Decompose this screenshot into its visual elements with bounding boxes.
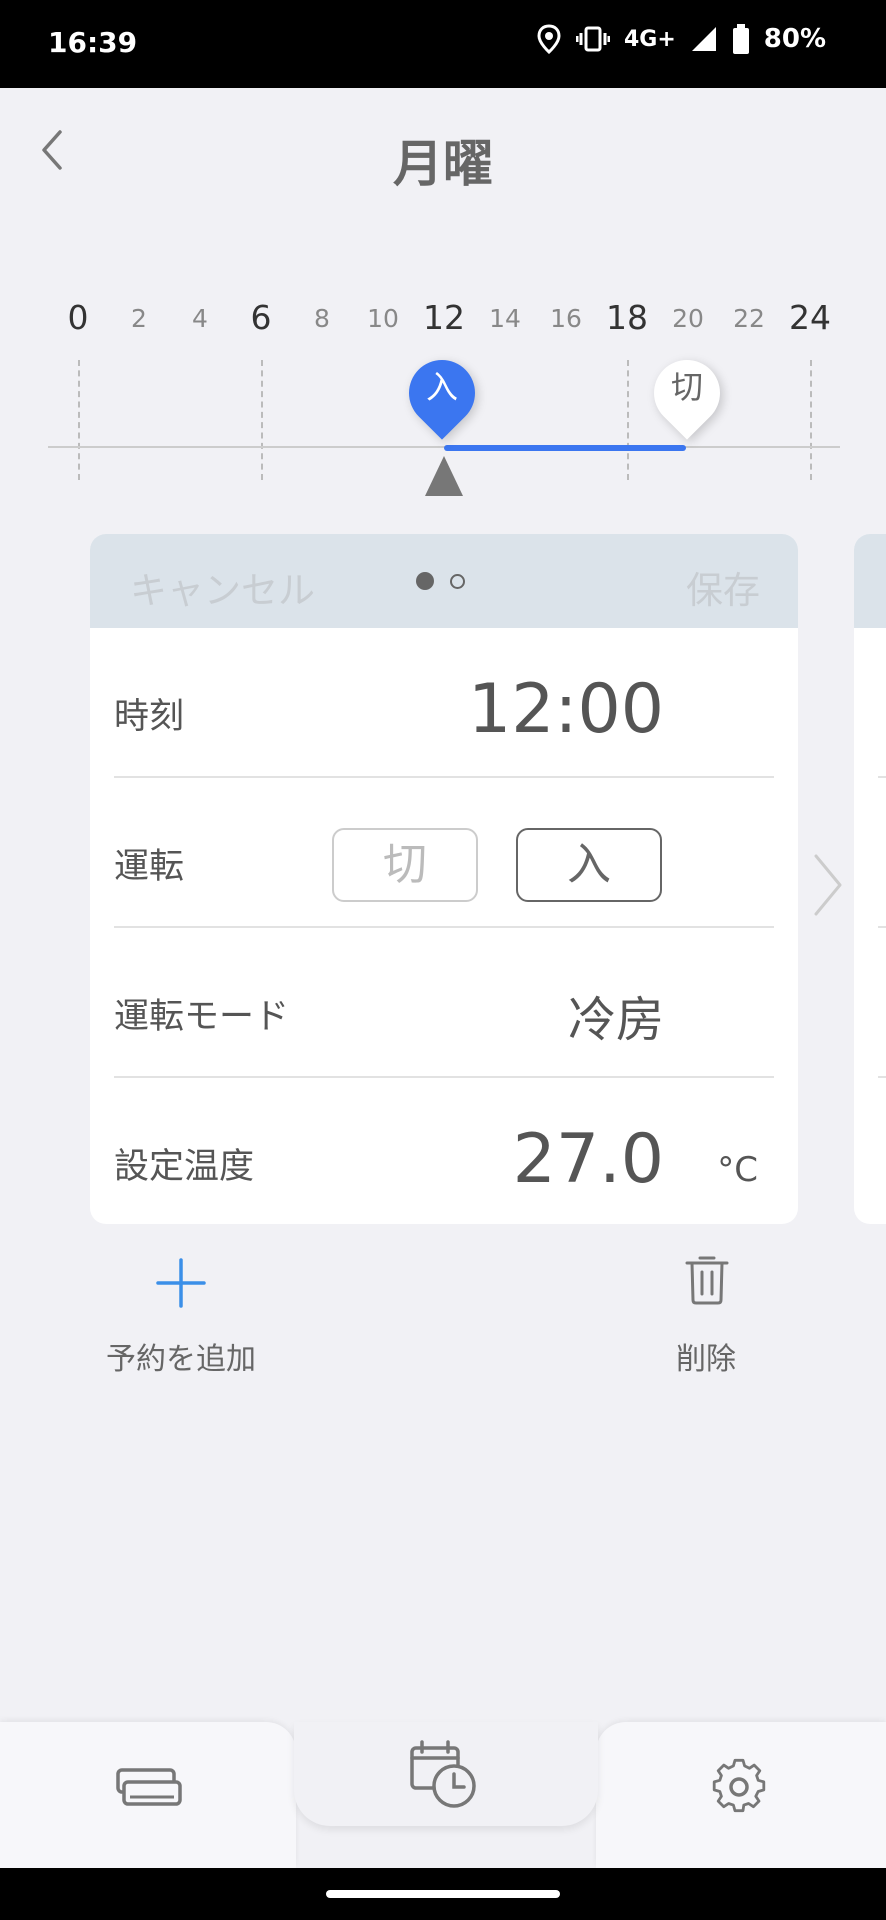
timeline-gridline <box>261 360 263 480</box>
page-title: 月曜 <box>393 135 493 193</box>
tick-label: 10 <box>367 304 399 333</box>
tick-label: 20 <box>672 304 704 333</box>
tick-label: 24 <box>789 298 831 337</box>
mode-value[interactable]: 冷房 <box>568 980 664 1050</box>
nav-air-conditioner[interactable] <box>102 1742 192 1832</box>
active-range-bar <box>444 445 686 451</box>
add-schedule-button[interactable]: 予約を追加 <box>96 1248 266 1378</box>
battery-level: 80% <box>763 24 826 54</box>
next-card-button[interactable] <box>808 850 848 920</box>
delete-label: 削除 <box>676 1342 736 1377</box>
chevron-right-icon <box>814 854 842 916</box>
home-indicator[interactable] <box>326 1890 560 1898</box>
divider <box>878 1076 886 1078</box>
tick-label: 0 <box>67 298 89 337</box>
schedule-card: キャンセル 保存 時刻 12:00 運転 切 入 運転モード 冷房 設定温度 2… <box>90 534 798 1224</box>
on-pin-label: 入 <box>425 368 458 406</box>
system-navigation-bar <box>0 1868 886 1920</box>
divider <box>114 776 774 778</box>
status-time: 16:39 <box>48 26 138 59</box>
vibrate-icon <box>575 26 610 52</box>
time-row[interactable]: 時刻 12:00 <box>114 634 774 784</box>
save-button[interactable]: 保存 <box>686 560 760 614</box>
temperature-value[interactable]: 27.0 <box>513 1120 664 1199</box>
location-icon <box>537 24 561 54</box>
status-icons: 4G+ 80% <box>536 24 826 54</box>
time-value[interactable]: 12:00 <box>468 670 664 749</box>
temperature-unit: °C <box>717 1150 758 1190</box>
tick-label: 22 <box>733 304 765 333</box>
timeline-gridline <box>627 360 629 480</box>
status-bar: 16:39 4G+ 80% <box>0 0 886 88</box>
mode-label: 運転モード <box>114 997 290 1037</box>
network-type: 4G+ <box>623 26 676 52</box>
divider <box>114 1076 774 1078</box>
tick-label: 8 <box>314 304 330 333</box>
tick-label: 16 <box>550 304 582 333</box>
page-dot-active <box>416 572 434 590</box>
add-schedule-label: 予約を追加 <box>106 1342 256 1377</box>
card-header: キャンセル 保存 <box>90 534 798 628</box>
next-card-header <box>854 534 886 628</box>
divider <box>878 926 886 928</box>
page-dot-inactive <box>450 574 465 589</box>
nav-schedule[interactable] <box>398 1730 488 1820</box>
time-label: 時刻 <box>114 697 185 737</box>
air-conditioner-icon <box>116 1768 182 1806</box>
divider <box>878 776 886 778</box>
plus-icon <box>156 1258 206 1308</box>
battery-icon <box>732 24 749 54</box>
delete-button[interactable]: 削除 <box>646 1248 766 1378</box>
page-indicator <box>416 572 465 590</box>
timeline-gridline <box>810 360 812 480</box>
power-label: 運転 <box>114 847 185 887</box>
timeline-gridline <box>78 360 80 480</box>
nav-settings[interactable] <box>694 1742 784 1832</box>
mode-row[interactable]: 運転モード 冷房 <box>114 934 774 1084</box>
tick-label: 14 <box>489 304 521 333</box>
tick-label: 4 <box>192 304 208 333</box>
tick-label: 6 <box>250 298 272 337</box>
power-off-button[interactable]: 切 <box>332 828 478 902</box>
divider <box>114 926 774 928</box>
tick-label: 2 <box>131 304 147 333</box>
power-on-button[interactable]: 入 <box>516 828 662 902</box>
schedule-clock-icon <box>410 1740 476 1808</box>
temperature-row[interactable]: 設定温度 27.0 °C <box>114 1084 774 1224</box>
signal-icon <box>691 27 716 51</box>
off-pin-label: 切 <box>670 368 703 406</box>
cancel-button[interactable]: キャンセル <box>130 560 315 614</box>
bottom-navigation <box>0 1722 886 1868</box>
tick-label: 12 <box>423 298 465 337</box>
gear-icon <box>712 1758 766 1813</box>
temperature-label: 設定温度 <box>114 1147 255 1187</box>
tick-label: 18 <box>606 298 648 337</box>
power-row: 運転 切 入 <box>114 784 774 934</box>
trash-icon <box>685 1256 729 1305</box>
next-schedule-card[interactable] <box>854 534 886 1224</box>
schedule-timeline[interactable]: 0 2 4 6 8 10 12 14 16 18 20 22 24 入 切 <box>0 290 886 510</box>
current-position-triangle-icon[interactable] <box>425 456 463 496</box>
